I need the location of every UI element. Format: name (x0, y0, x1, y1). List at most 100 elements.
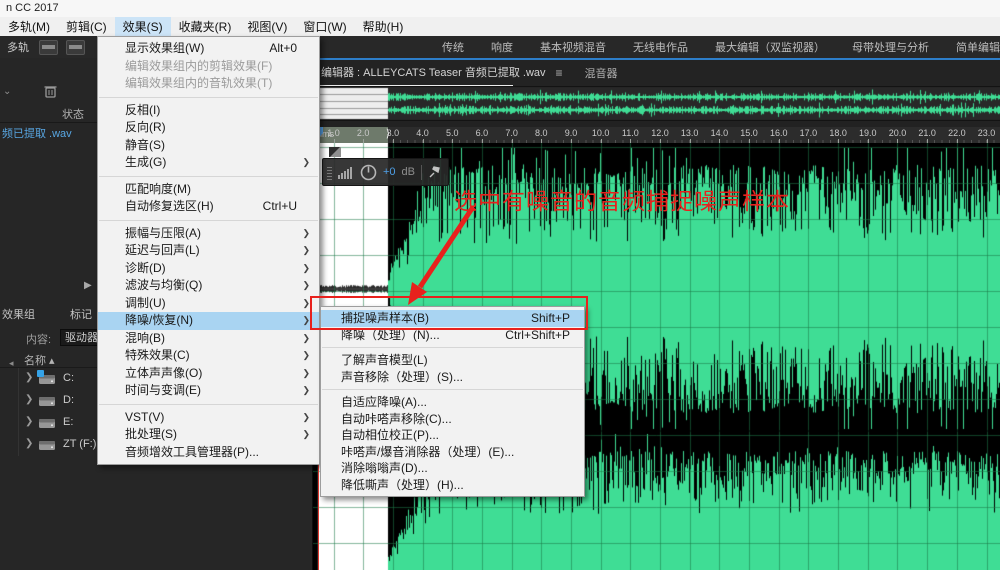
pin-hud-icon[interactable] (428, 166, 441, 179)
tab-mixer[interactable]: 混音器 (585, 65, 618, 81)
menu-item-label: 显示效果组(W) (125, 41, 204, 55)
menu-item[interactable]: 生成(G)❯ (98, 154, 319, 172)
menu-item-label: 声音移除（处理）(S)... (341, 370, 463, 384)
menu-item: 编辑效果组内的音轨效果(T) (98, 75, 319, 93)
menu-item[interactable]: 自动咔嗒声移除(C)... (321, 411, 584, 428)
ruler-tick-label: 19.0 (859, 128, 877, 138)
menu-item-shortcut: Ctrl+Shift+P (505, 327, 570, 344)
ruler-tick-label: 17.0 (800, 128, 818, 138)
overview-waveform-canvas[interactable] (313, 86, 1000, 121)
ruler-tick-label: 21.0 (918, 128, 936, 138)
menubar-item[interactable]: 帮助(H) (355, 17, 412, 36)
menu-item-label: 立体声声像(O) (125, 366, 202, 380)
annotation-text: 选中有噪音的音频捕捉噪声样本 (454, 182, 790, 216)
menu-item-shortcut: Shift+P (531, 310, 570, 327)
workspace-tab[interactable]: 基本视频混音 (540, 39, 606, 55)
menu-item[interactable]: 显示效果组(W)Alt+0 (98, 40, 319, 58)
workspace-tab[interactable]: 传统 (442, 39, 464, 55)
waveform-view-icon[interactable] (39, 40, 58, 55)
chevron-right-icon[interactable]: ❯ (25, 438, 33, 449)
menu-item-label: 消除嗡嗡声(D)... (341, 461, 428, 475)
menu-item[interactable]: 自动相位校正(P)... (321, 427, 584, 444)
menu-item[interactable]: 时间与变调(E)❯ (98, 382, 319, 400)
menu-item[interactable]: 反向(R) (98, 119, 319, 137)
menu-item[interactable]: 消除嗡嗡声(D)... (321, 460, 584, 477)
multitrack-view-icon[interactable] (66, 40, 85, 55)
menu-item[interactable]: 自动修复选区(H)Ctrl+U (98, 198, 319, 216)
multitrack-button[interactable]: 多轨 (7, 39, 29, 55)
chevron-down-icon[interactable]: ⌄ (3, 86, 11, 97)
chevron-right-icon[interactable]: ❯ (25, 372, 33, 383)
editor-tabbar: 编辑器 : ALLEYCATS Teaser 音频已提取 .wav ≡ 混音器 (313, 60, 1000, 86)
menu-item-label: 批处理(S) (125, 427, 177, 441)
menu-item[interactable]: VST(V)❯ (98, 409, 319, 427)
menubar-item[interactable]: 视图(V) (239, 17, 295, 36)
menubar-item[interactable]: 剪辑(C) (58, 17, 115, 36)
menu-item[interactable]: 立体声声像(O)❯ (98, 365, 319, 383)
waveform-corner-widget-icon[interactable] (329, 147, 341, 157)
menu-item[interactable]: 咔嗒声/爆音消除器（处理）(E)... (321, 444, 584, 461)
status-column-header: 状态 (62, 106, 84, 122)
content-label: 内容: (26, 331, 51, 347)
workspace-tab[interactable]: 无线电作品 (633, 39, 688, 55)
menu-item[interactable]: 降低嘶声（处理）(H)... (321, 477, 584, 494)
menu-item[interactable]: 降噪（处理）(N)...Ctrl+Shift+P (321, 327, 584, 344)
workspace-tabs: 传统 响度 基本视频混音 无线电作品 最大编辑（双监视器） 母带处理与分析 简单编辑 (442, 39, 1000, 55)
tab-effects-rack[interactable]: 效果组 (2, 306, 35, 322)
menu-item[interactable]: 匹配响度(M) (98, 181, 319, 199)
tab-markers[interactable]: 标记 (70, 306, 92, 322)
ruler-tick-label: 4.0 (416, 128, 429, 138)
workspace-tab[interactable]: 母带处理与分析 (852, 39, 929, 55)
collapse-arrow-icon[interactable]: ◂ (9, 358, 14, 369)
menubar-item[interactable]: 窗口(W) (295, 17, 354, 36)
drive-label: C: (63, 372, 74, 384)
submenu-arrow-icon: ❯ (302, 242, 310, 260)
menubar-item[interactable]: 效果(S) (115, 17, 171, 36)
menu-item[interactable]: 反相(I) (98, 102, 319, 120)
workspace-tab[interactable]: 最大编辑（双监视器） (715, 39, 825, 55)
menubar-item[interactable]: 多轨(M) (0, 17, 58, 36)
panel-menu-icon[interactable]: ≡ (556, 66, 563, 80)
play-icon[interactable]: ▶ (84, 280, 92, 291)
menu-item[interactable]: 批处理(S)❯ (98, 426, 319, 444)
menu-item-label: 调制(U) (125, 296, 166, 310)
ruler-tick-label: 18.0 (829, 128, 847, 138)
menu-separator (99, 404, 318, 405)
menu-item-label: 自适应降噪(A)... (341, 395, 427, 409)
menu-item-label: 时间与变调(E) (125, 383, 201, 397)
ruler-tick-label: 22.0 (948, 128, 966, 138)
menu-item[interactable]: 自适应降噪(A)... (321, 394, 584, 411)
menu-item[interactable]: 调制(U)❯ (98, 295, 319, 313)
menu-item-shortcut: Ctrl+U (263, 198, 297, 216)
trash-icon[interactable] (44, 84, 57, 101)
menu-item[interactable]: 降噪/恢复(N)❯ (98, 312, 319, 330)
ruler-tick-label: 1.0 (327, 128, 340, 138)
workspace-tab[interactable]: 响度 (491, 39, 513, 55)
volume-knob-icon[interactable] (360, 164, 377, 181)
menu-item[interactable]: 声音移除（处理）(S)... (321, 369, 584, 386)
menu-item[interactable]: 了解声音模型(L) (321, 352, 584, 369)
menu-item-label: 混响(B) (125, 331, 165, 345)
menu-item-label: 自动相位校正(P)... (341, 428, 439, 442)
menu-item[interactable]: 滤波与均衡(Q)❯ (98, 277, 319, 295)
ruler-tick-label: 2.0 (357, 128, 370, 138)
menu-item[interactable]: 音频增效工具管理器(P)... (98, 444, 319, 462)
menu-item[interactable]: 振幅与压限(A)❯ (98, 225, 319, 243)
hud-db-unit: dB (402, 166, 415, 178)
menu-item[interactable]: 诊断(D)❯ (98, 260, 319, 278)
tab-editor[interactable]: 编辑器 : ALLEYCATS Teaser 音频已提取 .wav (321, 64, 546, 82)
menu-item[interactable]: 混响(B)❯ (98, 330, 319, 348)
menu-item-label: 编辑效果组内的音轨效果(T) (125, 76, 272, 90)
menu-item[interactable]: 捕捉噪声样本(B) Shift+P (321, 310, 584, 327)
menu-item[interactable]: 特殊效果(C)❯ (98, 347, 319, 365)
menu-item-label: 捕捉噪声样本(B) (341, 311, 429, 325)
chevron-right-icon[interactable]: ❯ (25, 394, 33, 405)
effects-menu: 显示效果组(W)Alt+0编辑效果组内的剪辑效果(F)编辑效果组内的音轨效果(T… (97, 36, 320, 465)
workspace-tab[interactable]: 简单编辑 (956, 39, 1000, 55)
menubar-item[interactable]: 收藏夹(R) (171, 17, 240, 36)
menu-item[interactable]: 延迟与回声(L)❯ (98, 242, 319, 260)
hud-grip-icon[interactable] (327, 165, 332, 180)
timeline-ruler[interactable]: ⟩ hms 1.02.03.04.05.06.07.08.09.010.011.… (313, 127, 1000, 143)
menu-item[interactable]: 静音(S) (98, 137, 319, 155)
chevron-right-icon[interactable]: ❯ (25, 416, 33, 427)
